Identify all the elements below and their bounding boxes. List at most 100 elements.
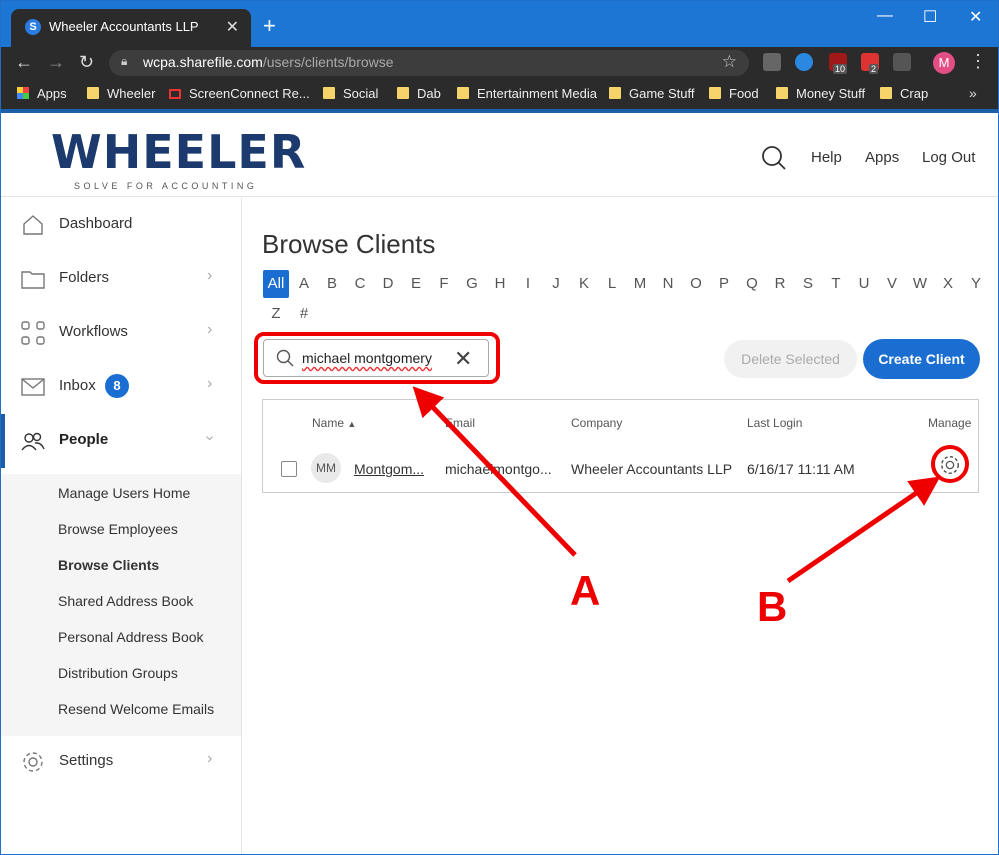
create-client-button[interactable]: Create Client (863, 339, 980, 379)
alpha-filter-j[interactable]: J (544, 270, 568, 298)
submenu-resend-welcome-emails[interactable]: Resend Welcome Emails (58, 701, 214, 717)
alpha-filter-g[interactable]: G (460, 270, 484, 298)
submenu-browse-clients[interactable]: Browse Clients (58, 557, 159, 573)
column-header-email[interactable]: Email (445, 416, 475, 430)
people-icon (21, 432, 45, 451)
folder-icon (87, 87, 99, 99)
maximize-icon[interactable]: ☐ (923, 7, 937, 27)
bookmark-food[interactable]: Food (709, 86, 759, 101)
alpha-filter-m[interactable]: M (628, 270, 652, 298)
gear-icon (23, 752, 43, 772)
extension-history-icon[interactable] (795, 53, 813, 71)
column-header-company[interactable]: Company (571, 416, 622, 430)
submenu-shared-address-book[interactable]: Shared Address Book (58, 593, 193, 609)
bookmark-screenconnect[interactable]: ScreenConnect Re... (169, 86, 310, 101)
alpha-filter-all[interactable]: All (263, 270, 289, 298)
folder-icon (880, 87, 892, 99)
sidebar-item-workflows[interactable]: Workflows › (1, 306, 241, 360)
manage-gear-icon[interactable] (939, 454, 961, 476)
client-last-login: 6/16/17 11:11 AM (747, 461, 855, 477)
close-tab-icon[interactable]: ✕ (226, 17, 239, 37)
alpha-filter-l[interactable]: L (600, 270, 624, 298)
bookmark-star-icon[interactable]: ☆ (722, 52, 737, 72)
lock-icon: 🔒︎ (121, 54, 128, 68)
column-header-last-login[interactable]: Last Login (747, 416, 802, 430)
alpha-filter-z[interactable]: Z (264, 300, 288, 328)
browser-tab[interactable]: S Wheeler Accountants LLP ✕ (11, 9, 251, 47)
alpha-filter-t[interactable]: T (824, 270, 848, 298)
bookmark-money-stuff[interactable]: Money Stuff (776, 86, 865, 101)
forward-icon[interactable]: → (47, 52, 65, 73)
sidebar-item-people[interactable]: People › (1, 414, 241, 468)
submenu-personal-address-book[interactable]: Personal Address Book (58, 629, 204, 645)
bookmark-crap[interactable]: Crap (880, 86, 928, 101)
client-name-link[interactable]: Montgom... (354, 461, 424, 477)
alpha-filter-v[interactable]: V (880, 270, 904, 298)
submenu-distribution-groups[interactable]: Distribution Groups (58, 665, 178, 681)
profile-avatar[interactable]: M (933, 52, 955, 74)
alpha-filter-o[interactable]: O (684, 270, 708, 298)
alpha-filter-c[interactable]: C (348, 270, 372, 298)
alpha-filter-hash[interactable]: # (292, 300, 316, 328)
alpha-filter-p[interactable]: P (712, 270, 736, 298)
bookmark-social[interactable]: Social (323, 86, 378, 101)
sidebar-label: Workflows (59, 323, 128, 340)
annotation-label-b: B (757, 583, 788, 630)
alpha-filter-w[interactable]: W (908, 270, 932, 298)
alpha-filter-n[interactable]: N (656, 270, 680, 298)
submenu-browse-employees[interactable]: Browse Employees (58, 521, 178, 537)
alpha-filter-h[interactable]: H (488, 270, 512, 298)
apps-link[interactable]: Apps (865, 149, 899, 166)
help-link[interactable]: Help (811, 149, 842, 166)
alpha-filter-b[interactable]: B (320, 270, 344, 298)
alpha-filter-r[interactable]: R (768, 270, 792, 298)
delete-selected-button[interactable]: Delete Selected (724, 340, 857, 378)
company-logo[interactable]: WHEELER (51, 125, 306, 179)
minimize-icon[interactable]: — (877, 7, 893, 25)
sidebar-label: Settings (59, 752, 114, 769)
alpha-filter-k[interactable]: K (572, 270, 596, 298)
alpha-filter-s[interactable]: S (796, 270, 820, 298)
menu-kebab-icon[interactable]: ⋮ (969, 51, 987, 72)
url-field[interactable]: 🔒︎ wcpa.sharefile.com/users/clients/brow… (109, 50, 749, 76)
search-icon[interactable] (761, 145, 787, 171)
clients-table: Name ▲ Email Company Last Login Manage M… (262, 399, 979, 493)
alpha-filter-q[interactable]: Q (740, 270, 764, 298)
client-company: Wheeler Accountants LLP (571, 461, 733, 477)
alpha-filter-i[interactable]: I (516, 270, 540, 298)
clear-search-icon[interactable]: ✕ (454, 346, 472, 372)
alpha-filter-x[interactable]: X (936, 270, 960, 298)
folder-icon (609, 87, 621, 99)
logout-link[interactable]: Log Out (922, 149, 975, 166)
reload-icon[interactable]: ↻ (79, 52, 94, 73)
extension-icon[interactable] (763, 53, 781, 71)
sidebar-item-folders[interactable]: Folders › (1, 252, 241, 306)
column-header-name[interactable]: Name ▲ (312, 416, 356, 430)
alpha-filter-u[interactable]: U (852, 270, 876, 298)
tab-strip: S Wheeler Accountants LLP ✕ + — ☐ ✕ (1, 1, 998, 47)
extension-drop-icon[interactable] (893, 53, 911, 71)
bookmark-dab[interactable]: Dab (397, 86, 441, 101)
sidebar-item-inbox[interactable]: Inbox 8 › (1, 360, 241, 414)
window-close-icon[interactable]: ✕ (969, 7, 982, 27)
client-search-input[interactable]: michael montgomery ✕ (263, 339, 489, 377)
bookmark-wheeler[interactable]: Wheeler (87, 86, 155, 101)
alpha-filter-e[interactable]: E (404, 270, 428, 298)
sidebar-item-settings[interactable]: Settings › (1, 735, 241, 789)
bookmark-apps[interactable]: Apps (17, 86, 67, 101)
sidebar-item-dashboard[interactable]: Dashboard (1, 198, 241, 252)
alpha-filter-a[interactable]: A (292, 270, 316, 298)
new-tab-icon[interactable]: + (263, 13, 276, 39)
row-select-checkbox[interactable] (281, 461, 297, 477)
chevron-down-icon: › (201, 435, 219, 441)
more-bookmarks-icon[interactable]: » (969, 85, 977, 101)
submenu-manage-users-home[interactable]: Manage Users Home (58, 485, 190, 501)
bookmark-game-stuff[interactable]: Game Stuff (609, 86, 695, 101)
back-icon[interactable]: ← (15, 52, 33, 73)
bookmark-entertainment[interactable]: Entertainment Media (457, 86, 597, 101)
alpha-filter-d[interactable]: D (376, 270, 400, 298)
alpha-filter-f[interactable]: F (432, 270, 456, 298)
folder-icon (21, 271, 45, 289)
alpha-filter-y[interactable]: Y (964, 270, 988, 298)
browser-window: S Wheeler Accountants LLP ✕ + — ☐ ✕ ← → … (0, 0, 999, 855)
